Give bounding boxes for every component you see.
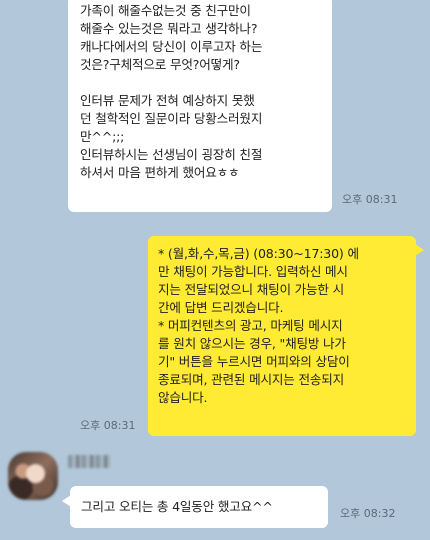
message-line: 않습니다. (158, 390, 208, 405)
message-line: 종료되며, 관련된 메시지는 전송되지 (158, 372, 345, 387)
sender-avatar[interactable] (8, 452, 58, 500)
message-line: 해줄수 있는것은 뭐라고 생각하나? (80, 21, 258, 36)
chat-area[interactable]: 가족이 해줄수없는것 중 친구만이 해줄수 있는것은 뭐라고 생각하나? 캐나다… (0, 0, 430, 540)
incoming-message-bubble[interactable]: 그리고 오티는 총 4일동안 했고요^^ (62, 486, 328, 528)
message-timestamp: 오후 08:32 (340, 507, 396, 520)
outgoing-message-bubble[interactable]: * (월,화,수,목,금) (08:30~17:30) 에 만 채팅이 가능합니… (148, 236, 424, 436)
sender-name-blurred (68, 455, 110, 468)
message-line: 지는 전달되었으니 채팅이 가능한 시 (158, 282, 345, 297)
message-timestamp: 오후 08:31 (342, 193, 398, 206)
message-line: 가족이 해줄수없는것 중 친구만이 (80, 3, 251, 18)
message-timestamp: 오후 08:31 (80, 419, 136, 432)
message-line: 그리고 오티는 총 4일동안 했고요^^ (81, 499, 273, 514)
message-line: 것은?구체적으로 무엇?어떻게? (80, 57, 240, 72)
message-line: 하셔서 마음 편하게 했어요ㅎㅎ (80, 165, 240, 180)
message-line: * 머피컨텐츠의 광고, 마케팅 메시지 (158, 318, 343, 333)
message-line: 기" 버튼을 누르시면 머피와의 상담이 (158, 354, 350, 369)
message-line: 던 철학적인 질문이라 당황스러웠지 (80, 111, 263, 126)
message-line: 만^^;;; (80, 129, 125, 144)
message-line: 간에 답변 드리겠습니다. (158, 300, 284, 315)
message-line: * (월,화,수,목,금) (08:30~17:30) 에 (158, 246, 359, 261)
message-line: 를 원치 않으시는 경우, "채팅방 나가 (158, 336, 346, 351)
message-line: 인터뷰하시는 선생님이 굉장히 친절 (80, 147, 263, 162)
message-line: 인터뷰 문제가 전혀 예상하지 못했 (80, 93, 255, 108)
incoming-message-bubble[interactable]: 가족이 해줄수없는것 중 친구만이 해줄수 있는것은 뭐라고 생각하나? 캐나다… (68, 0, 332, 212)
message-line: 만 채팅이 가능합니다. 입력하신 메시 (158, 264, 348, 279)
message-line: 캐나다에서의 당신이 이루고자 하는 (80, 39, 263, 54)
